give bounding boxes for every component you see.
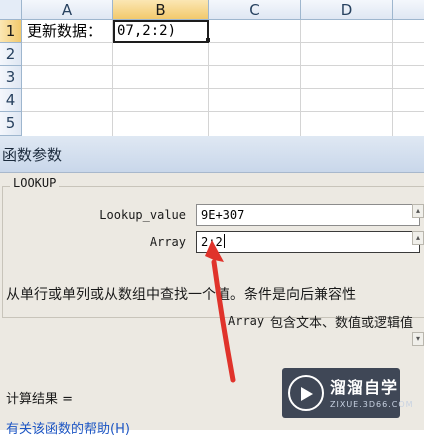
column-header-d[interactable]: D	[301, 0, 393, 20]
column-header-c[interactable]: C	[209, 0, 301, 20]
watermark-url: ZIXUE.3D66.COM	[330, 400, 414, 409]
lookup-value-input[interactable]: 9E+307	[196, 204, 420, 226]
cell-a1[interactable]: 更新数据：	[27, 20, 102, 43]
dialog-titlebar[interactable]: 函数参数	[0, 136, 424, 173]
column-header-a[interactable]: A	[22, 0, 113, 20]
column-header-b[interactable]: B	[113, 0, 209, 20]
cell-b1-editing[interactable]: 07,2:2)	[113, 20, 209, 43]
arg-description-name: Array	[228, 314, 265, 328]
row-header-2[interactable]: 2	[0, 43, 22, 66]
watermark-name: 溜溜自学	[330, 378, 399, 397]
text-caret	[223, 234, 225, 248]
gridline	[22, 111, 424, 112]
row-header-1[interactable]: 1	[0, 20, 22, 43]
function-name: LOOKUP	[10, 176, 60, 190]
row-header-5[interactable]: 5	[0, 112, 22, 136]
array-input[interactable]: 2:2	[196, 231, 420, 253]
spreadsheet-grid: A B C D 1 2 3 4 5 更新数据： 07,2:2)	[0, 0, 424, 136]
fill-handle[interactable]	[206, 38, 210, 42]
row-header-4[interactable]: 4	[0, 89, 22, 112]
result-label: 计算结果 =	[6, 392, 74, 407]
arg-label-array: Array	[149, 235, 186, 249]
row-header-3[interactable]: 3	[0, 66, 22, 89]
collapse-array-button[interactable]: ▴	[412, 231, 424, 245]
play-logo-icon	[288, 375, 324, 411]
dialog-title: 函数参数	[2, 146, 63, 164]
gridline	[22, 88, 424, 89]
arg-label-lookup-value: Lookup_value	[99, 208, 186, 222]
help-link[interactable]: 有关该函数的帮助(H)	[6, 418, 130, 437]
gridline	[22, 65, 424, 66]
collapse-lookup-value-button[interactable]: ▴	[412, 204, 424, 218]
select-all-corner[interactable]	[0, 0, 22, 20]
arg-description-text: 包含文本、数值或逻辑值	[270, 316, 414, 331]
description-scroll-button[interactable]: ▾	[412, 332, 424, 346]
column-header-e-partial[interactable]	[393, 0, 424, 20]
watermark: 溜溜自学 ZIXUE.3D66.COM	[282, 368, 413, 418]
gridline	[300, 20, 301, 136]
function-description: 从单行或单列或从数组中查找一个值。条件是向后兼容性	[6, 287, 356, 303]
gridline	[392, 20, 393, 136]
